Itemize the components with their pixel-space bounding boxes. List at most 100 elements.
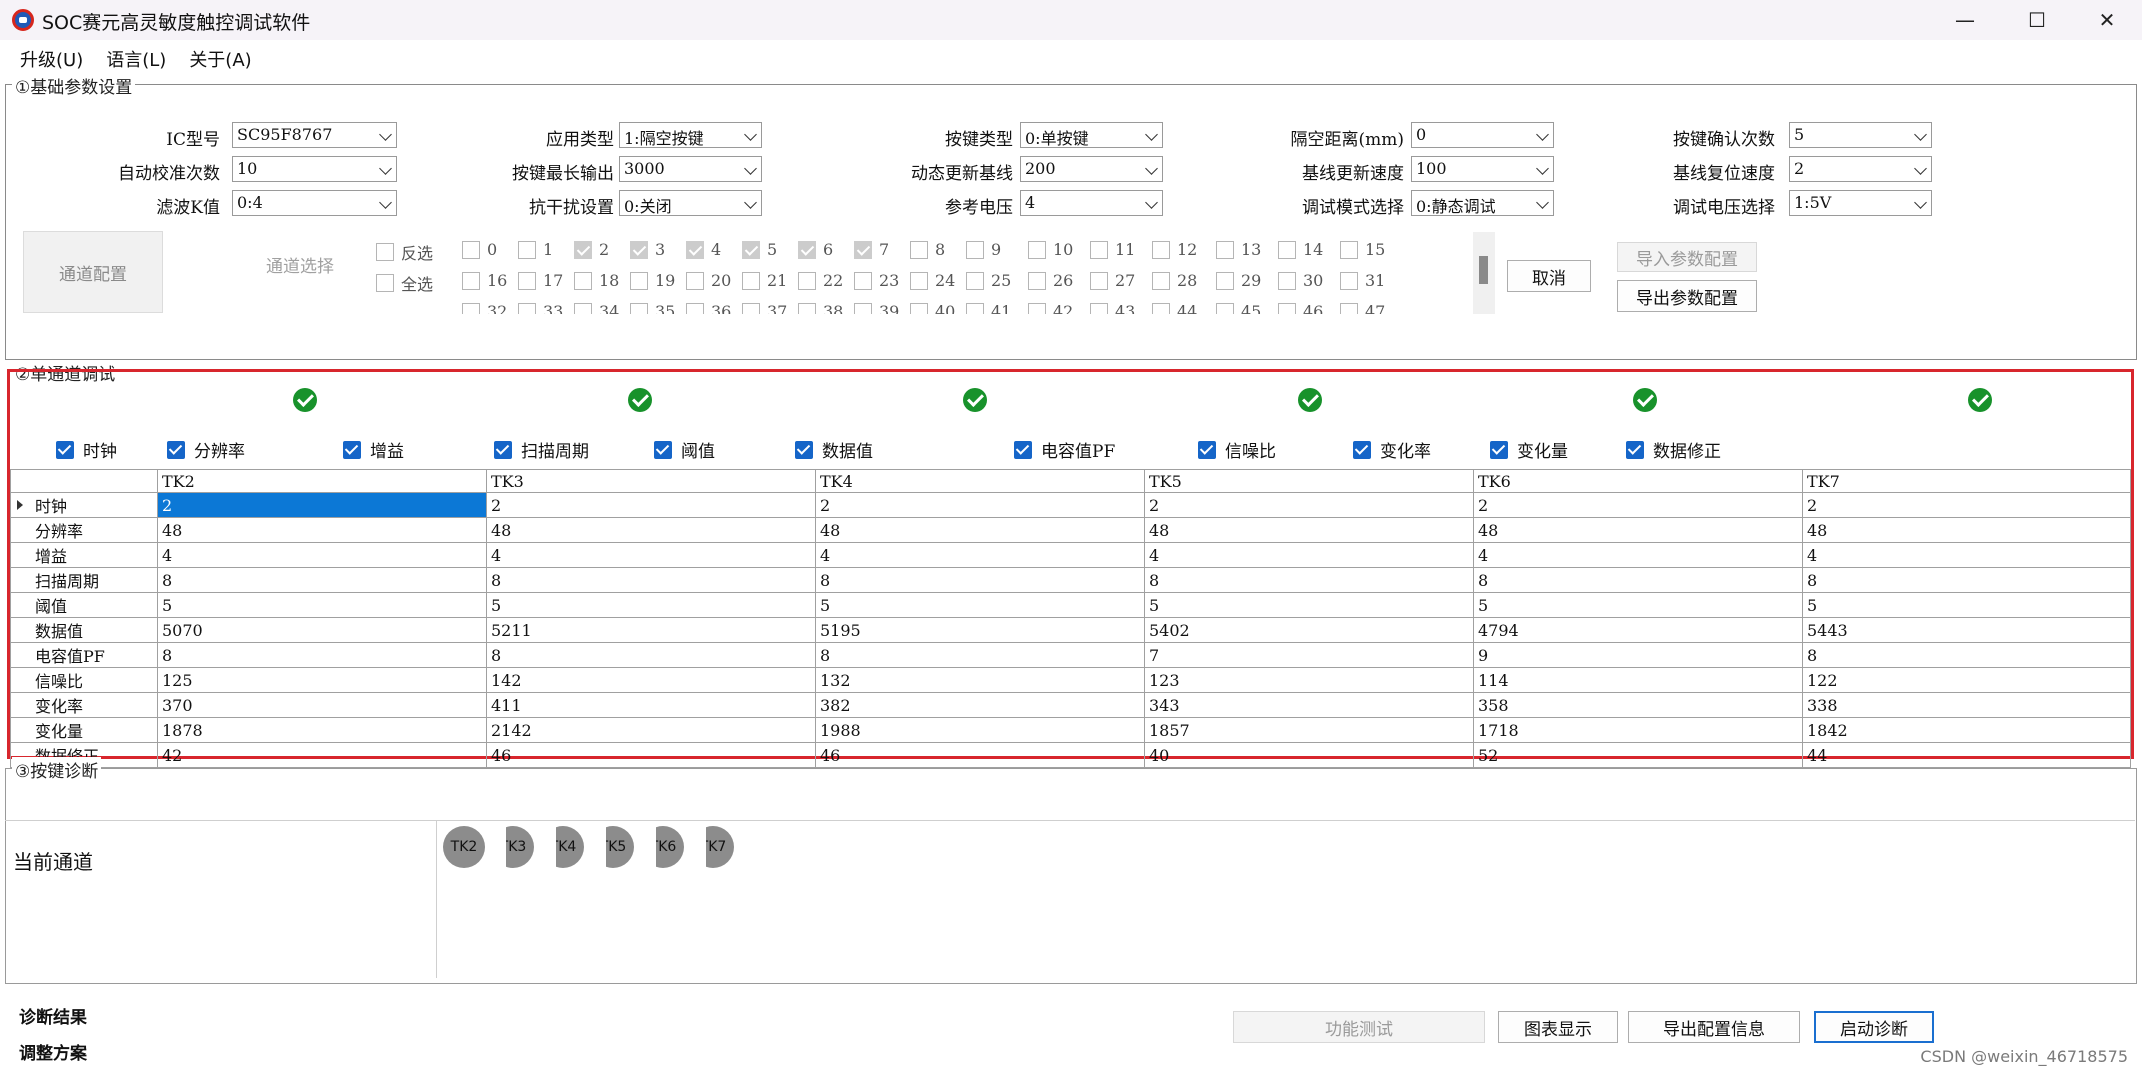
table-cell[interactable]: 9 [1473,642,1803,668]
param-select[interactable]: SC95F8767 [232,122,397,148]
table-cell[interactable]: 1878 [157,717,487,743]
channel-checkbox[interactable]: 11 [1090,240,1135,259]
table-cell[interactable]: 4 [157,542,487,568]
table-cell[interactable]: 8 [1144,567,1474,593]
channel-checkbox[interactable]: 3 [630,240,665,259]
table-cell[interactable]: 5 [157,592,487,618]
column-header[interactable]: TK5 [1144,469,1474,493]
column-header[interactable]: TK7 [1802,469,2131,493]
chart-display-button[interactable]: 图表显示 [1498,1011,1618,1043]
table-row[interactable]: 分辨率 48 48 48 48 48 48 [10,517,2131,543]
export-config-info-button[interactable]: 导出配置信息 [1628,1011,1800,1043]
channel-checkbox[interactable]: 38 [798,302,843,314]
param-select[interactable]: 0:关闭 [619,190,762,216]
channel-status-indicator[interactable]: TK6 [656,826,684,868]
column-header[interactable]: TK6 [1473,469,1803,493]
channel-checkbox[interactable]: 4 [686,240,721,259]
param-select[interactable]: 0:静态调试 [1411,190,1554,216]
channel-checkbox[interactable]: 15 [1340,240,1385,259]
row-header[interactable]: 数据值 [10,617,158,643]
table-cell[interactable]: 122 [1802,667,2131,693]
display-option-checkbox[interactable]: 增益 [343,437,404,462]
table-cell[interactable]: 4 [1144,542,1474,568]
channel-status-indicator[interactable]: TK4 [556,826,584,868]
table-row[interactable]: 变化量 1878 2142 1988 1857 1718 1842 [10,717,2131,743]
channel-checkbox[interactable]: 36 [686,302,731,314]
param-select[interactable]: 2 [1789,156,1932,182]
minimize-button[interactable]: — [1930,0,2000,40]
table-cell[interactable]: 40 [1144,742,1474,768]
table-cell[interactable]: 7 [1144,642,1474,668]
table-cell[interactable]: 44 [1802,742,2131,768]
row-header[interactable]: 扫描周期 [10,567,158,593]
channel-checkbox[interactable]: 35 [630,302,675,314]
display-option-checkbox[interactable]: 变化率 [1353,437,1431,462]
row-header[interactable]: 电容值PF [10,642,158,668]
table-row[interactable]: 时钟 2 2 2 2 2 2 [10,492,2131,518]
display-option-checkbox[interactable]: 数据修正 [1626,437,1721,462]
table-cell[interactable]: 2142 [486,717,816,743]
table-cell[interactable]: 132 [815,667,1145,693]
table-cell[interactable]: 142 [486,667,816,693]
table-cell[interactable]: 5402 [1144,617,1474,643]
table-cell[interactable]: 48 [157,517,487,543]
table-cell[interactable]: 5 [815,592,1145,618]
table-cell[interactable]: 8 [815,567,1145,593]
row-header[interactable]: 变化量 [10,717,158,743]
channel-checkbox[interactable]: 16 [462,271,507,290]
table-row[interactable]: 阈值 5 5 5 5 5 5 [10,592,2131,618]
channel-checkbox[interactable]: 2 [574,240,609,259]
display-option-checkbox[interactable]: 分辨率 [167,437,245,462]
param-select[interactable]: 5 [1789,122,1932,148]
channel-checkbox[interactable]: 29 [1216,271,1261,290]
channel-checkbox[interactable]: 45 [1216,302,1261,314]
maximize-button[interactable]: ☐ [2002,0,2072,40]
channel-checkbox[interactable]: 30 [1278,271,1323,290]
import-params-button[interactable]: 导入参数配置 [1617,242,1757,272]
table-cell[interactable]: 8 [1802,642,2131,668]
channel-status-indicator[interactable]: TK2 [443,826,487,868]
table-cell[interactable]: 1842 [1802,717,2131,743]
table-cell[interactable]: 46 [486,742,816,768]
table-cell[interactable]: 8 [157,567,487,593]
display-option-checkbox[interactable]: 变化量 [1490,437,1568,462]
table-cell[interactable]: 8 [157,642,487,668]
table-cell[interactable]: 2 [1802,492,2131,518]
param-select[interactable]: 200 [1020,156,1163,182]
display-option-checkbox[interactable]: 时钟 [56,437,117,462]
channel-data-table[interactable]: TK2 TK3 TK4 TK5 TK6 TK7 时钟 2 2 2 2 2 2 分辨率 48 48 48 48 48… [10,469,2131,768]
table-cell[interactable]: 5 [1473,592,1803,618]
row-header[interactable]: 信噪比 [10,667,158,693]
column-header[interactable]: TK2 [157,469,487,493]
row-header[interactable]: 时钟 [10,492,158,518]
table-cell[interactable]: 358 [1473,692,1803,718]
menu-about[interactable]: 关于(A) [187,44,262,72]
channel-checkbox[interactable]: 8 [910,240,945,259]
param-select[interactable]: 1:隔空按键 [619,122,762,148]
select-all-checkbox[interactable]: 全选 [376,271,433,295]
display-option-checkbox[interactable]: 信噪比 [1198,437,1276,462]
table-cell[interactable]: 52 [1473,742,1803,768]
channel-checkbox[interactable]: 40 [910,302,955,314]
table-cell[interactable]: 8 [1473,567,1803,593]
param-select[interactable]: 100 [1411,156,1554,182]
channel-checkbox[interactable]: 9 [966,240,1001,259]
display-option-checkbox[interactable]: 电容值PF [1014,437,1115,462]
channel-checkbox[interactable]: 41 [966,302,1011,314]
channel-checkbox[interactable]: 28 [1152,271,1197,290]
table-cell[interactable]: 8 [486,642,816,668]
channel-checkbox[interactable]: 25 [966,271,1011,290]
channel-checkbox[interactable]: 34 [574,302,619,314]
channel-checkbox[interactable]: 14 [1278,240,1323,259]
table-cell[interactable]: 2 [1144,492,1474,518]
table-cell[interactable]: 2 [157,492,487,518]
channel-status-indicator[interactable]: TK7 [706,826,734,868]
channel-checkbox[interactable]: 46 [1278,302,1323,314]
channel-status-indicator[interactable]: TK3 [506,826,536,868]
row-header[interactable]: 增益 [10,542,158,568]
table-cell[interactable]: 5070 [157,617,487,643]
param-select[interactable]: 4 [1020,190,1163,216]
table-cell[interactable]: 48 [486,517,816,543]
column-header[interactable]: TK4 [815,469,1145,493]
table-cell[interactable]: 1718 [1473,717,1803,743]
